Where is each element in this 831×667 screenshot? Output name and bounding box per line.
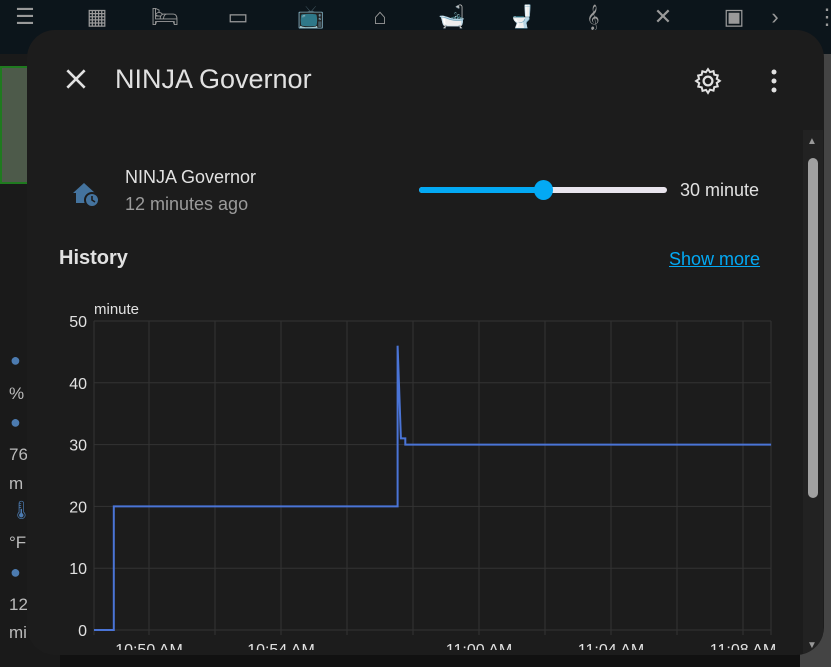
background-text: % <box>9 384 25 403</box>
y-tick-label: 10 <box>69 561 87 578</box>
y-tick-label: 40 <box>69 376 87 393</box>
background-text: 12 <box>9 595 28 614</box>
menu-icon[interactable]: ☰ <box>10 4 40 30</box>
tv-icon[interactable]: 📺 <box>296 4 326 30</box>
close-icon[interactable] <box>63 66 89 92</box>
scrollbar[interactable]: ▲ ▼ <box>803 130 823 655</box>
more-info-dialog: NINJA Governor NINJA Governor 12 minutes… <box>27 30 824 655</box>
monitor-icon[interactable]: ▭ <box>223 4 253 30</box>
last-changed: 12 minutes ago <box>125 194 249 214</box>
slider-thumb[interactable] <box>534 180 553 200</box>
gauge-icon: ● <box>10 412 21 432</box>
slider-value: 30 minute <box>680 180 760 200</box>
x-tick-label: 11:00 AM <box>446 642 512 650</box>
toilet-icon[interactable]: 🚽 <box>507 4 537 30</box>
camera-thumbnail[interactable] <box>0 66 30 184</box>
x-tick-label: 10:54 AM <box>247 642 315 650</box>
scroll-up-icon[interactable]: ▲ <box>807 136 817 147</box>
scroll-down-icon[interactable]: ▼ <box>807 640 817 651</box>
chevron-right-icon[interactable]: › <box>760 4 790 30</box>
bed-icon[interactable]: 🛏 <box>150 4 180 30</box>
x-tick-label: 11:08 AM <box>710 642 776 650</box>
y-tick-label: 30 <box>69 438 87 455</box>
background-text: m <box>9 474 24 493</box>
gear-icon[interactable] <box>693 66 723 96</box>
slider-fill <box>419 187 543 193</box>
dots-vertical-icon[interactable] <box>765 68 783 94</box>
bathtub-icon[interactable]: 🛁 <box>437 4 467 30</box>
background-text: mi <box>9 623 27 642</box>
history-chart[interactable]: 0 10 20 30 40 50 10:50 AM 10:54 AM 11:00 AM 11:04… <box>27 300 787 650</box>
humidity-icon: ● <box>10 350 21 370</box>
home-clock-icon <box>73 183 100 208</box>
garage-icon[interactable]: ⌂ <box>365 4 395 30</box>
scrollbar-thumb[interactable] <box>808 158 818 498</box>
entity-name: NINJA Governor <box>125 167 257 187</box>
value-slider[interactable] <box>419 180 667 200</box>
dots-vertical-icon[interactable]: ⋮ <box>812 4 831 30</box>
music-clef-icon[interactable]: 𝄞 <box>578 4 608 30</box>
history-heading: History <box>59 247 128 269</box>
y-tick-label: 20 <box>69 499 87 516</box>
series-line <box>94 345 772 631</box>
x-tick-label: 10:50 AM <box>115 642 183 650</box>
show-more-link[interactable]: Show more <box>669 249 760 270</box>
washing-machine-icon[interactable]: ▣ <box>719 4 749 30</box>
background-text: °F <box>9 533 27 552</box>
y-tick-label: 0 <box>78 623 87 640</box>
silverware-icon[interactable]: ✕ <box>648 4 678 30</box>
floorplan-icon[interactable]: ▦ <box>82 4 112 30</box>
eye-icon: ● <box>10 562 21 582</box>
y-tick-label: 50 <box>69 314 87 331</box>
x-tick-label: 11:04 AM <box>578 642 644 650</box>
dialog-title: NINJA Governor <box>115 64 312 94</box>
background-text: 76 <box>9 445 28 464</box>
y-axis-label: minute <box>94 301 139 318</box>
